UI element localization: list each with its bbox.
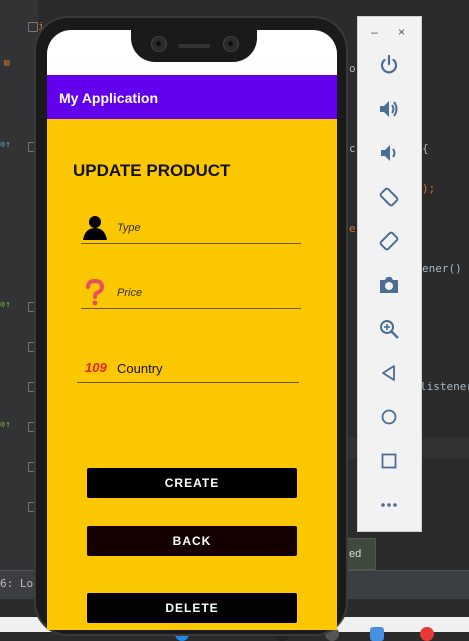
code-line: o [349,62,356,75]
delete-button[interactable]: DELETE [87,593,297,623]
emulator-toolbar: – × [357,16,422,532]
volume-down-icon[interactable] [377,141,401,165]
rotate-right-icon[interactable] [377,229,401,253]
phone-screen: My Application UPDATE PRODUCT Type Price… [47,30,337,630]
power-icon[interactable] [377,53,401,77]
phone-notch [131,30,257,62]
code-line: ); [422,182,436,195]
file-icon: ▤ [4,58,10,68]
type-placeholder: Type [117,222,141,234]
taskbar-app-icon[interactable] [370,627,384,641]
volume-up-icon[interactable] [377,97,401,121]
taskbar-app-icon[interactable] [420,627,434,641]
editor-gutter: ▤ ⊙↑ ⊙↑ ⊙↑ [0,0,38,570]
override-icon[interactable]: ⊙↑ [0,300,11,310]
app-bar: My Application [47,75,337,119]
app-title: My Application [59,90,159,106]
close-button[interactable]: × [398,25,405,39]
rotate-left-icon[interactable] [377,185,401,209]
code-line: c [349,142,356,155]
country-value: Country [117,361,163,376]
speaker-grille [178,44,210,48]
country-code-icon: 109 [85,360,107,375]
fold-marker[interactable] [28,22,38,32]
more-icon[interactable] [377,493,401,517]
code-line: e [349,222,356,235]
camera-icon [151,36,167,52]
toast-text: ed [349,548,362,560]
minimize-button[interactable]: – [371,25,378,39]
create-button[interactable]: CREATE [87,468,297,498]
type-input[interactable]: Type [81,213,301,244]
page-title: UPDATE PRODUCT [73,161,231,180]
overview-icon[interactable] [377,449,401,473]
country-input[interactable]: 109 Country [77,352,299,383]
back-button[interactable]: BACK [87,526,297,556]
zoom-icon[interactable] [377,317,401,341]
camera-icon[interactable] [377,273,401,297]
person-icon [83,216,107,240]
code-line: ener() [422,262,462,275]
camera-icon [223,36,239,52]
price-input[interactable]: Price [81,278,301,309]
price-placeholder: Price [117,287,143,299]
update-product-form: UPDATE PRODUCT Type Price 109 Country CR… [47,119,337,630]
home-icon[interactable] [377,405,401,429]
back-icon[interactable] [377,361,401,385]
override-icon[interactable]: ⊙↑ [0,420,11,430]
code-line: listener [420,380,469,393]
question-mark-icon [86,278,105,306]
override-icon[interactable]: ⊙↑ [0,140,11,150]
code-line: { [422,142,429,155]
phone-frame: My Application UPDATE PRODUCT Type Price… [34,16,348,636]
